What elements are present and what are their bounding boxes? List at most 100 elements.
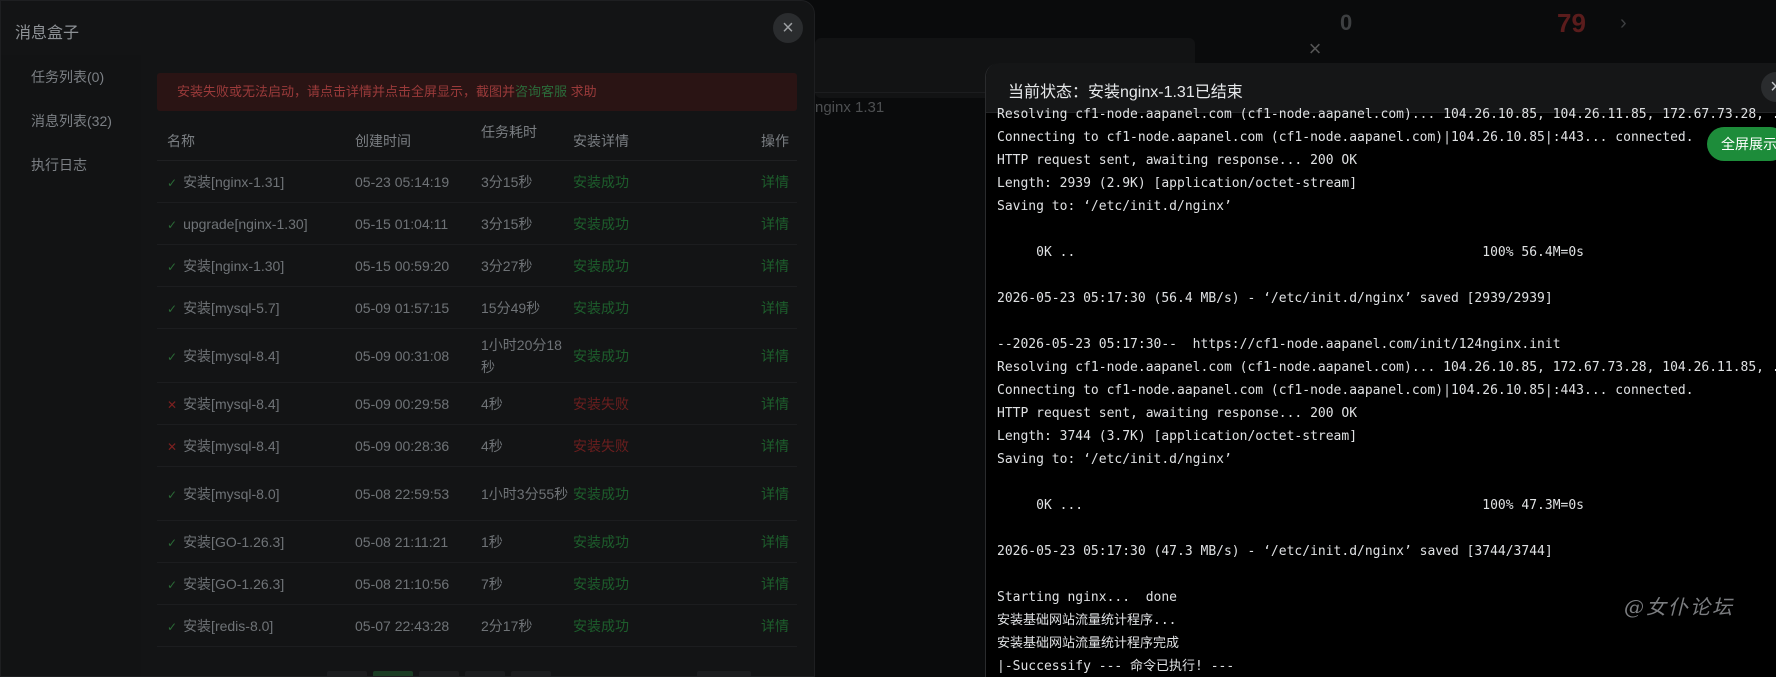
row-name-text: 安装[GO-1.26.3] [183,533,285,550]
alert-suffix: 求助 [567,84,597,99]
log-line: 2026-05-23 05:17:30 (56.4 MB/s) - ‘/etc/… [997,291,1553,306]
install-log-modal: 当前状态：安装nginx-1.31已结束 × Resolving cf1-nod… [985,63,1776,677]
page-size-select[interactable] [697,671,751,676]
row-detail-link[interactable]: 详情 [738,574,797,594]
row-time: 05-23 05:14:19 [355,173,450,190]
page-button[interactable] [327,671,367,676]
sidebar-item-logs[interactable]: 执行日志 [1,143,141,187]
row-detail-link[interactable]: 详情 [738,298,797,318]
log-line: |-Successify --- 命令已执行! --- [997,659,1235,673]
page-button[interactable] [465,671,505,676]
row-detail-link[interactable]: 详情 [738,616,797,636]
background-red-value: 79 [1557,8,1586,38]
close-icon[interactable]: × [773,13,803,43]
cross-icon: ✕ [167,397,178,412]
log-line: Connecting to cf1-node.aapanel.com (cf1-… [997,383,1694,398]
row-name-text: 安装[mysql-5.7] [183,299,280,316]
header-detail: 安装详情 [573,133,629,149]
row-name: ✓ 安装[GO-1.26.3] [157,574,355,594]
row-detail-link[interactable]: 详情 [738,394,797,414]
log-line: Connecting to cf1-node.aapanel.com (cf1-… [997,130,1694,145]
page-button-active[interactable] [373,671,413,676]
check-icon: ✓ [167,259,178,274]
alert-text: 安装失败或无法启动，请点击详情并点击全屏显示，截图并 [177,84,516,99]
row-duration: 7秒 [481,575,503,592]
row-detail-link[interactable]: 详情 [738,484,797,504]
check-icon: ✓ [167,487,178,502]
table-row: ✓ upgrade[nginx-1.30] 05-15 01:04:11 3分15秒 安… [157,203,797,245]
screen: 0 79 › × nginx 1.31 消息盒子 × 任务列表(0) 消息列表(… [0,0,1776,677]
row-detail-link[interactable]: 详情 [738,436,797,456]
row-name: ✕ 安装[mysql-8.4] [157,394,355,414]
background-close-icon: × [1308,36,1322,61]
task-table: 名称 创建时间 任务耗时 安装详情 操作 ✓ 安装[nginx-1.31] 05-2… [157,121,797,647]
table-row: ✕ 安装[mysql-8.4] 05-09 00:29:58 4秒 安装失败 详情 [157,383,797,425]
support-link[interactable]: 咨询客服 [515,84,567,99]
header-duration: 任务耗时 [481,124,537,140]
sidebar-item-messages[interactable]: 消息列表(32) [1,99,141,143]
row-time: 05-15 01:04:11 [355,215,449,232]
row-time: 05-09 00:28:36 [355,437,450,454]
row-time: 05-08 21:11:21 [355,533,449,550]
modal-title: 当前状态：安装nginx-1.31已结束 [1008,84,1243,101]
check-icon: ✓ [167,349,178,364]
row-time: 05-08 21:10:56 [355,575,450,592]
row-name: ✓ 安装[redis-8.0] [157,616,355,636]
row-detail-link[interactable]: 详情 [738,256,797,276]
log-line: 0K .. 100% 56.4M=0s [997,245,1584,260]
row-status: 安装成功 [573,173,629,190]
background-arrow-icon: › [1620,12,1627,34]
row-name-text: 安装[mysql-8.4] [183,437,280,454]
row-name-text: upgrade[nginx-1.30] [183,215,308,232]
table-row: ✕ 安装[mysql-8.4] 05-09 00:28:36 4秒 安装失败 详情 [157,425,797,467]
log-line: Resolving cf1-node.aapanel.com (cf1-node… [997,360,1776,375]
header-name: 名称 [167,133,195,149]
log-line: Length: 2939 (2.9K) [application/octet-s… [997,176,1358,191]
row-duration: 1小时20分18秒 [481,336,562,375]
row-detail-link[interactable]: 详情 [738,172,797,192]
row-status: 安装成功 [573,299,629,316]
sidebar-item-tasks[interactable]: 任务列表(0) [1,55,141,99]
header-time: 创建时间 [355,133,411,149]
row-detail-link[interactable]: 详情 [738,532,797,552]
row-status: 安装成功 [573,533,629,550]
check-icon: ✓ [167,217,178,232]
row-duration: 1秒 [481,533,503,550]
table-body: ✓ 安装[nginx-1.31] 05-23 05:14:19 3分15秒 安装成功 详情… [157,161,797,647]
table-row: ✓ 安装[nginx-1.30] 05-15 00:59:20 3分27秒 安装成功 详情 [157,245,797,287]
close-icon[interactable]: × [1761,72,1776,102]
background-row-text: nginx 1.31 [815,99,885,116]
fullscreen-button[interactable]: 全屏展示 [1707,127,1776,161]
row-status: 安装成功 [573,257,629,274]
row-name-text: 安装[mysql-8.0] [183,485,280,502]
row-name: ✓ 安装[nginx-1.30] [157,256,355,276]
table-row: ✓ 安装[mysql-5.7] 05-09 01:57:15 15分49秒 安装成功 详情 [157,287,797,329]
row-duration: 4秒 [481,437,503,454]
row-detail-link[interactable]: 详情 [738,346,797,366]
table-row: ✓ 安装[GO-1.26.3] 05-08 21:11:21 1秒 安装成功 详情 [157,521,797,563]
page-button[interactable] [419,671,459,676]
row-detail-link[interactable]: 详情 [738,214,797,234]
log-output: Resolving cf1-node.aapanel.com (cf1-node… [997,103,1776,673]
page-button[interactable] [511,671,551,676]
row-name: ✓ 安装[mysql-5.7] [157,298,355,318]
pagination [327,671,751,676]
log-line: Saving to: ‘/etc/init.d/nginx’ [997,452,1232,467]
row-status: 安装成功 [573,347,629,364]
watermark: @女仆论坛 [1624,595,1734,619]
table-row: ✓ 安装[nginx-1.31] 05-23 05:14:19 3分15秒 安装成功 详情 [157,161,797,203]
table-row: ✓ 安装[GO-1.26.3] 05-08 21:10:56 7秒 安装成功 详情 [157,563,797,605]
table-header: 名称 创建时间 任务耗时 安装详情 操作 [157,121,797,161]
sidebar: 任务列表(0) 消息列表(32) 执行日志 [1,55,141,676]
cross-icon: ✕ [167,439,178,454]
row-name-text: 安装[redis-8.0] [183,617,274,634]
header-op: 操作 [761,133,789,149]
log-line: Length: 3744 (3.7K) [application/octet-s… [997,429,1358,444]
row-time: 05-09 00:31:08 [355,347,450,364]
row-status: 安装失败 [573,395,629,412]
modal-title: 消息盒子 [15,25,80,42]
check-icon: ✓ [167,577,178,592]
